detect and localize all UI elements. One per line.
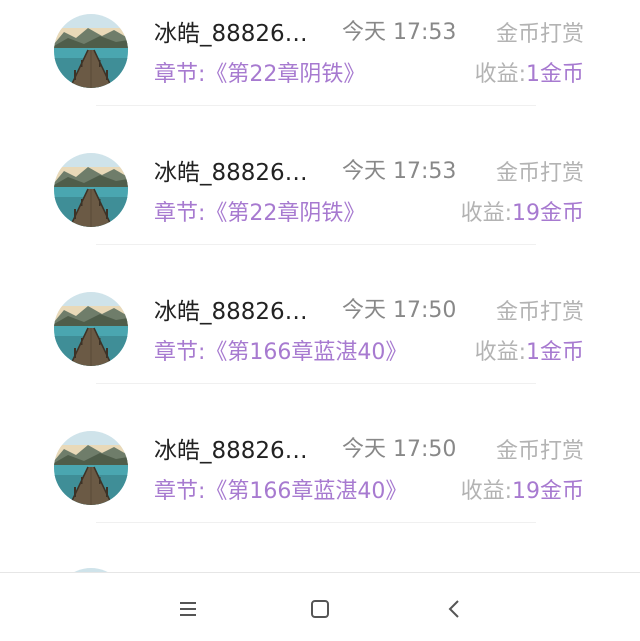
reward-type: 金币打赏 bbox=[495, 22, 584, 47]
income: 收益:19金币 bbox=[461, 473, 584, 505]
list-item[interactable]: 冰皓_88826… 今天 17:50 金币打赏 章节:《第166章蓝湛40》 收… bbox=[0, 278, 640, 417]
income: 收益:1金币 bbox=[475, 334, 584, 366]
back-chevron-icon[interactable] bbox=[442, 597, 466, 621]
income-label: 收益: bbox=[474, 62, 526, 87]
avatar[interactable] bbox=[54, 153, 128, 227]
home-square-icon[interactable] bbox=[308, 597, 332, 621]
income-value: 19金币 bbox=[512, 201, 584, 226]
system-navigation-bar bbox=[0, 572, 640, 641]
income: 收益:19金币 bbox=[461, 195, 584, 227]
user-name: 冰皓_88826… bbox=[154, 438, 308, 464]
income-value: 19金币 bbox=[512, 479, 584, 504]
chapter-label: 章节:《第166章蓝湛40》 bbox=[154, 340, 408, 365]
list-item[interactable]: 冰皓_88826… 今天 17:53 金币打赏 章节:《第22章阴铁》 收益:1… bbox=[0, 0, 640, 139]
list-item[interactable]: 冰皓_88826… 今天 17:50 金币打赏 章节:《第166章蓝湛40》 收… bbox=[0, 417, 640, 556]
user-name: 冰皓_88826… bbox=[154, 21, 308, 47]
divider bbox=[96, 383, 536, 384]
avatar-image bbox=[54, 431, 128, 505]
income-value: 1金币 bbox=[526, 340, 584, 365]
chapter-label: 章节:《第22章阴铁》 bbox=[154, 62, 366, 87]
income-label: 收益: bbox=[460, 201, 512, 226]
menu-icon[interactable] bbox=[176, 597, 200, 621]
avatar-image bbox=[54, 292, 128, 366]
chapter-label: 章节:《第166章蓝湛40》 bbox=[154, 479, 408, 504]
timestamp: 今天 17:53 bbox=[342, 159, 457, 184]
divider bbox=[96, 522, 536, 523]
avatar[interactable] bbox=[54, 431, 128, 505]
avatar[interactable] bbox=[54, 292, 128, 366]
user-name: 冰皓_88826… bbox=[154, 160, 308, 186]
reward-list: 冰皓_88826… 今天 17:53 金币打赏 章节:《第22章阴铁》 收益:1… bbox=[0, 0, 640, 572]
divider bbox=[96, 244, 536, 245]
timestamp: 今天 17:50 bbox=[342, 437, 457, 462]
reward-type: 金币打赏 bbox=[495, 439, 584, 464]
divider bbox=[96, 105, 536, 106]
income-label: 收益: bbox=[474, 340, 526, 365]
reward-type: 金币打赏 bbox=[495, 161, 584, 186]
avatar[interactable] bbox=[54, 14, 128, 88]
list-item[interactable]: 冰皓_88826… 今天 17:53 金币打赏 章节:《第22章阴铁》 收益:1… bbox=[0, 139, 640, 278]
user-name: 冰皓_88826… bbox=[154, 299, 308, 325]
chapter-label: 章节:《第22章阴铁》 bbox=[154, 201, 366, 226]
income-label: 收益: bbox=[460, 479, 512, 504]
avatar-image bbox=[54, 14, 128, 88]
income: 收益:1金币 bbox=[475, 56, 584, 88]
income-value: 1金币 bbox=[526, 62, 584, 87]
reward-type: 金币打赏 bbox=[495, 300, 584, 325]
avatar-image bbox=[54, 153, 128, 227]
timestamp: 今天 17:53 bbox=[342, 20, 457, 45]
timestamp: 今天 17:50 bbox=[342, 298, 457, 323]
